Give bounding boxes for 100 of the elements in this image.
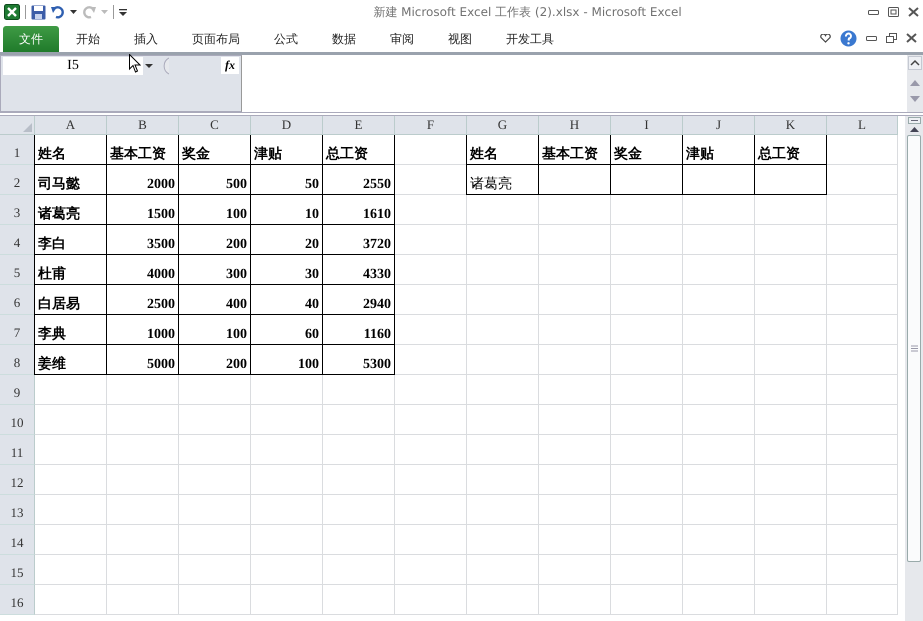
row-header[interactable]: 5 bbox=[0, 255, 35, 285]
restore-icon[interactable] bbox=[886, 33, 897, 43]
ribbon-tab[interactable]: 插入 bbox=[117, 26, 175, 52]
table-cell bbox=[395, 465, 467, 495]
column-header[interactable]: B bbox=[107, 116, 179, 135]
column-header[interactable]: K bbox=[755, 116, 827, 135]
table-cell: 李典 bbox=[34, 315, 107, 345]
row-header[interactable]: 4 bbox=[0, 225, 35, 255]
close-icon[interactable] bbox=[906, 33, 917, 43]
row-header[interactable]: 1 bbox=[0, 135, 35, 165]
table-cell bbox=[539, 525, 611, 555]
column-header[interactable]: A bbox=[35, 116, 107, 135]
undo-icon[interactable] bbox=[51, 5, 65, 19]
name-box[interactable]: I5 bbox=[3, 57, 143, 75]
table-cell bbox=[395, 525, 467, 555]
table-cell bbox=[179, 465, 251, 495]
column-header[interactable]: G bbox=[467, 116, 539, 135]
minimize-icon[interactable] bbox=[866, 36, 877, 40]
table-cell bbox=[755, 525, 827, 555]
table-cell bbox=[539, 375, 611, 405]
table-cell bbox=[35, 465, 107, 495]
ribbon-tab[interactable]: 数据 bbox=[315, 26, 373, 52]
table-cell bbox=[179, 555, 251, 585]
table-cell bbox=[539, 585, 611, 615]
ribbon-tab[interactable]: 公式 bbox=[257, 26, 315, 52]
split-handle-icon[interactable] bbox=[908, 117, 920, 124]
ribbon-tab[interactable]: 页面布局 bbox=[175, 26, 257, 52]
table-cell bbox=[683, 495, 755, 525]
table-cell bbox=[611, 585, 683, 615]
column-header[interactable]: F bbox=[395, 116, 467, 135]
table-cell: 总工资 bbox=[322, 135, 395, 165]
table-cell bbox=[683, 405, 755, 435]
table-cell bbox=[755, 465, 827, 495]
save-icon[interactable] bbox=[31, 4, 46, 20]
column-header[interactable]: H bbox=[539, 116, 611, 135]
excel-logo-icon[interactable] bbox=[4, 4, 20, 20]
mouse-pointer-icon bbox=[129, 54, 141, 73]
column-header[interactable]: J bbox=[683, 116, 755, 135]
close-icon[interactable] bbox=[908, 7, 919, 17]
row-header[interactable]: 9 bbox=[0, 375, 35, 405]
table-cell bbox=[107, 585, 179, 615]
table-cell bbox=[611, 435, 683, 465]
scrollbar-thumb[interactable] bbox=[907, 135, 921, 562]
row-header[interactable]: 3 bbox=[0, 195, 35, 225]
help-icon[interactable] bbox=[840, 30, 857, 46]
collapse-icon[interactable] bbox=[908, 56, 922, 70]
table-cell bbox=[107, 555, 179, 585]
minimize-icon[interactable] bbox=[868, 10, 879, 14]
table-cell bbox=[35, 525, 107, 555]
insert-function-button[interactable]: fx bbox=[221, 57, 239, 74]
row-header[interactable]: 14 bbox=[0, 525, 35, 555]
ribbon-tab[interactable]: 文件 bbox=[3, 26, 59, 52]
heart-icon[interactable] bbox=[820, 34, 831, 42]
table-cell bbox=[395, 585, 467, 615]
row-header[interactable]: 15 bbox=[0, 555, 35, 585]
customize-menu-icon[interactable] bbox=[119, 8, 127, 16]
ribbon-tab[interactable]: 审阅 bbox=[373, 26, 431, 52]
dropdown-arrow-icon[interactable] bbox=[145, 64, 153, 68]
table-cell bbox=[251, 405, 323, 435]
table-cell bbox=[539, 465, 611, 495]
row-header[interactable]: 8 bbox=[0, 345, 35, 375]
column-header[interactable]: D bbox=[251, 116, 323, 135]
table-cell bbox=[395, 435, 467, 465]
table-cell bbox=[323, 495, 395, 525]
table-cell bbox=[467, 375, 539, 405]
column-header[interactable]: E bbox=[323, 116, 395, 135]
ribbon-tab[interactable]: 开发工具 bbox=[489, 26, 571, 52]
table-cell bbox=[107, 435, 179, 465]
table-cell bbox=[35, 555, 107, 585]
table-cell: 姜维 bbox=[34, 345, 107, 375]
table-cell: 李白 bbox=[34, 225, 107, 255]
column-header[interactable]: C bbox=[179, 116, 251, 135]
table-cell bbox=[827, 375, 898, 405]
table-cell: 诸葛亮 bbox=[34, 195, 107, 225]
table-cell bbox=[827, 435, 898, 465]
table-cell bbox=[467, 465, 539, 495]
table-cell bbox=[827, 495, 898, 525]
table-cell: 姓名 bbox=[466, 135, 539, 165]
table-cell bbox=[467, 555, 539, 585]
row-header[interactable]: 13 bbox=[0, 495, 35, 525]
row-header[interactable]: 6 bbox=[0, 285, 35, 315]
row-header[interactable]: 12 bbox=[0, 465, 35, 495]
table-cell bbox=[323, 525, 395, 555]
table-cell bbox=[611, 495, 683, 525]
maximize-icon[interactable] bbox=[888, 7, 899, 17]
table-cell bbox=[827, 465, 898, 495]
table-cell: 2550 bbox=[322, 165, 395, 195]
dropdown-arrow-icon[interactable] bbox=[70, 10, 77, 14]
row-header[interactable]: 2 bbox=[0, 165, 35, 195]
table-cell bbox=[611, 375, 683, 405]
table-cell: 3720 bbox=[322, 225, 395, 255]
column-header[interactable]: L bbox=[827, 116, 898, 135]
ribbon-tab[interactable]: 开始 bbox=[59, 26, 117, 52]
row-header[interactable]: 7 bbox=[0, 315, 35, 345]
ribbon-tab[interactable]: 视图 bbox=[431, 26, 489, 52]
column-header[interactable]: I bbox=[611, 116, 683, 135]
scroll-up-icon[interactable] bbox=[910, 127, 918, 132]
row-header[interactable]: 16 bbox=[0, 585, 35, 615]
row-header[interactable]: 11 bbox=[0, 435, 35, 465]
row-header[interactable]: 10 bbox=[0, 405, 35, 435]
